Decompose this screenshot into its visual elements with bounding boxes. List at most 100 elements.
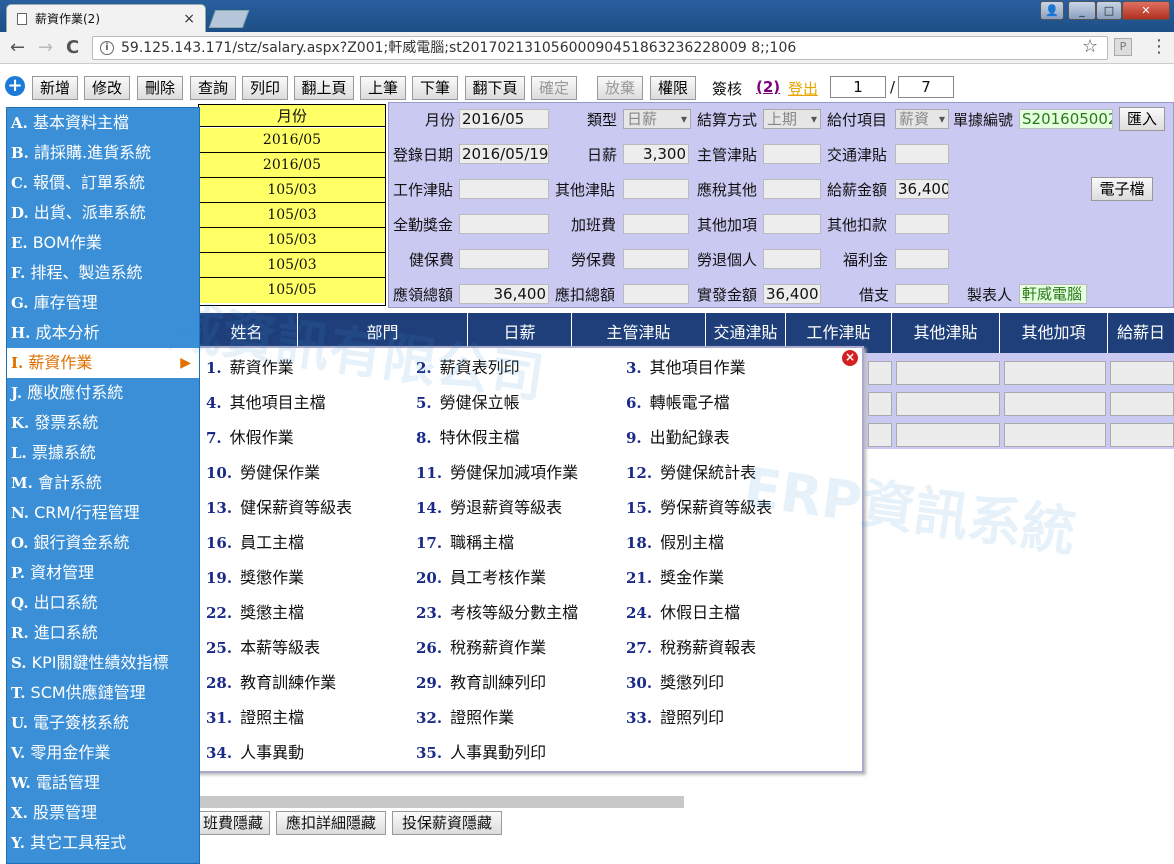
sidebar-item[interactable]: K. 發票系統	[7, 408, 199, 438]
minimize-button[interactable]: _	[1068, 1, 1096, 20]
bookmark-star-icon[interactable]: ☆	[1082, 36, 1098, 57]
net-field[interactable]: 36,400	[763, 284, 821, 304]
submenu-item[interactable]: 4. 其他項目主檔	[206, 389, 326, 413]
mgr-allow-field[interactable]	[763, 144, 821, 164]
add-circle-icon[interactable]: +	[5, 76, 25, 96]
total-pay-field[interactable]: 36,400	[895, 179, 949, 199]
health-field[interactable]	[459, 249, 549, 269]
page-down-button[interactable]: 翻下頁	[465, 76, 525, 100]
back-icon[interactable]: ←	[10, 37, 25, 58]
import-button[interactable]: 匯入	[1119, 107, 1165, 131]
submenu-item[interactable]: 31. 證照主檔	[206, 704, 304, 728]
logout-link[interactable]: 登出	[788, 78, 818, 99]
sidebar-item[interactable]: H. 成本分析	[7, 318, 199, 348]
hide-overtime-button[interactable]: 班費隱藏	[196, 811, 270, 835]
attend-bonus-field[interactable]	[459, 214, 549, 234]
submenu-item[interactable]: 35. 人事異動列印	[416, 739, 546, 763]
submenu-item[interactable]: 2. 薪資表列印	[416, 354, 520, 378]
sidebar-item[interactable]: E. BOM作業	[7, 228, 199, 258]
submenu-item[interactable]: 5. 勞健保立帳	[416, 389, 520, 413]
sidebar-item[interactable]: R. 進口系統	[7, 618, 199, 648]
sidebar-item[interactable]: L. 票據系統	[7, 438, 199, 468]
grid-cell[interactable]	[868, 392, 892, 416]
tab-salary[interactable]: 薪資作業(2) ×	[6, 4, 206, 32]
sidebar-item[interactable]: C. 報價、訂單系統	[7, 168, 199, 198]
submenu-item[interactable]: 15. 勞保薪資等級表	[626, 494, 772, 518]
forward-icon[interactable]: →	[38, 37, 53, 58]
efile-button[interactable]: 電子檔	[1091, 177, 1153, 201]
type-select[interactable]: 日薪	[623, 109, 691, 129]
grid-cell[interactable]	[1004, 392, 1106, 416]
submenu-item[interactable]: 20. 員工考核作業	[416, 564, 546, 588]
submenu-item[interactable]: 18. 假別主檔	[626, 529, 724, 553]
grid-cell[interactable]	[1110, 361, 1174, 385]
list-item[interactable]: 105/05	[199, 278, 385, 303]
submenu-item[interactable]: 23. 考核等級分數主檔	[416, 599, 578, 623]
submenu-item[interactable]: 28. 教育訓練作業	[206, 669, 336, 693]
sidebar-item[interactable]: N. CRM/行程管理	[7, 498, 199, 528]
edit-button[interactable]: 修改	[84, 76, 130, 100]
col-header[interactable]: 其他加項	[1000, 313, 1108, 353]
cancel-button[interactable]: 放棄	[597, 76, 643, 100]
month-field[interactable]: 2016/05	[459, 109, 549, 129]
sidebar-item[interactable]: T. SCM供應鏈管理	[7, 678, 199, 708]
url-input[interactable]: i 59.125.143.171/stz/salary.aspx?Z001;軒威…	[92, 36, 1108, 60]
regdate-field[interactable]: 2016/05/19	[459, 144, 549, 164]
sidebar-item[interactable]: M. 會計系統	[7, 468, 199, 498]
work-allow-field[interactable]	[459, 179, 549, 199]
welfare-field[interactable]	[895, 249, 949, 269]
info-icon[interactable]: i	[100, 41, 114, 55]
submenu-close-icon[interactable]: ×	[842, 350, 858, 366]
reload-icon[interactable]: C	[66, 37, 79, 58]
sidebar-item[interactable]: Y. 其它工具程式	[7, 828, 199, 858]
next-record-button[interactable]: 下筆	[412, 76, 458, 100]
sign-count-link[interactable]: (2)	[756, 78, 780, 96]
grid-cell[interactable]	[896, 392, 1000, 416]
grid-cell[interactable]	[896, 361, 1000, 385]
other-add-field[interactable]	[763, 214, 821, 234]
add-button[interactable]: 新增	[32, 76, 78, 100]
horizontal-scrollbar[interactable]	[196, 796, 684, 808]
labor-field[interactable]	[623, 249, 689, 269]
print-button[interactable]: 列印	[242, 76, 288, 100]
grid-cell[interactable]	[868, 361, 892, 385]
submenu-item[interactable]: 12. 勞健保統計表	[626, 459, 756, 483]
sidebar-item[interactable]: W. 電話管理	[7, 768, 199, 798]
submenu-item[interactable]: 19. 獎懲作業	[206, 564, 304, 588]
submenu-item[interactable]: 1. 薪資作業	[206, 354, 294, 378]
list-item[interactable]: 105/03	[199, 178, 385, 203]
submenu-item[interactable]: 14. 勞退薪資等級表	[416, 494, 562, 518]
other-allow-field[interactable]	[623, 179, 689, 199]
advance-field[interactable]	[895, 284, 949, 304]
submenu-item[interactable]: 17. 職稱主檔	[416, 529, 514, 553]
submenu-item[interactable]: 26. 稅務薪資作業	[416, 634, 546, 658]
list-item[interactable]: 2016/05	[199, 153, 385, 178]
query-button[interactable]: 查詢	[190, 76, 236, 100]
submenu-item[interactable]: 32. 證照作業	[416, 704, 514, 728]
sidebar-item[interactable]: G. 庫存管理	[7, 288, 199, 318]
submenu-item[interactable]: 21. 獎金作業	[626, 564, 724, 588]
gross-field[interactable]: 36,400	[459, 284, 549, 304]
overtime-field[interactable]	[623, 214, 689, 234]
list-item[interactable]: 105/03	[199, 253, 385, 278]
docno-field[interactable]: S201605002	[1019, 109, 1113, 129]
submenu-item[interactable]: 13. 健保薪資等級表	[206, 494, 352, 518]
submenu-item[interactable]: 9. 出勤紀錄表	[626, 424, 730, 448]
sidebar-item[interactable]: P. 資材管理	[7, 558, 199, 588]
list-item[interactable]: 105/03	[199, 228, 385, 253]
page-current-input[interactable]: 1	[830, 76, 886, 98]
sidebar-item[interactable]: F. 排程、製造系統	[7, 258, 199, 288]
sidebar-item[interactable]: I. 薪資作業 ▶	[7, 348, 199, 378]
dailypay-field[interactable]: 3,300	[623, 144, 689, 164]
submenu-item[interactable]: 7. 休假作業	[206, 424, 294, 448]
sidebar-item[interactable]: D. 出貨、派車系統	[7, 198, 199, 228]
list-item[interactable]: 2016/05	[199, 128, 385, 153]
submenu-item[interactable]: 3. 其他項目作業	[626, 354, 746, 378]
submenu-item[interactable]: 25. 本薪等級表	[206, 634, 320, 658]
submenu-item[interactable]: 29. 教育訓練列印	[416, 669, 546, 693]
tab-close-icon[interactable]: ×	[183, 11, 195, 27]
page-up-button[interactable]: 翻上頁	[294, 76, 354, 100]
sidebar-item[interactable]: O. 銀行資金系統	[7, 528, 199, 558]
trans-allow-field[interactable]	[895, 144, 949, 164]
submenu-item[interactable]: 33. 證照列印	[626, 704, 724, 728]
